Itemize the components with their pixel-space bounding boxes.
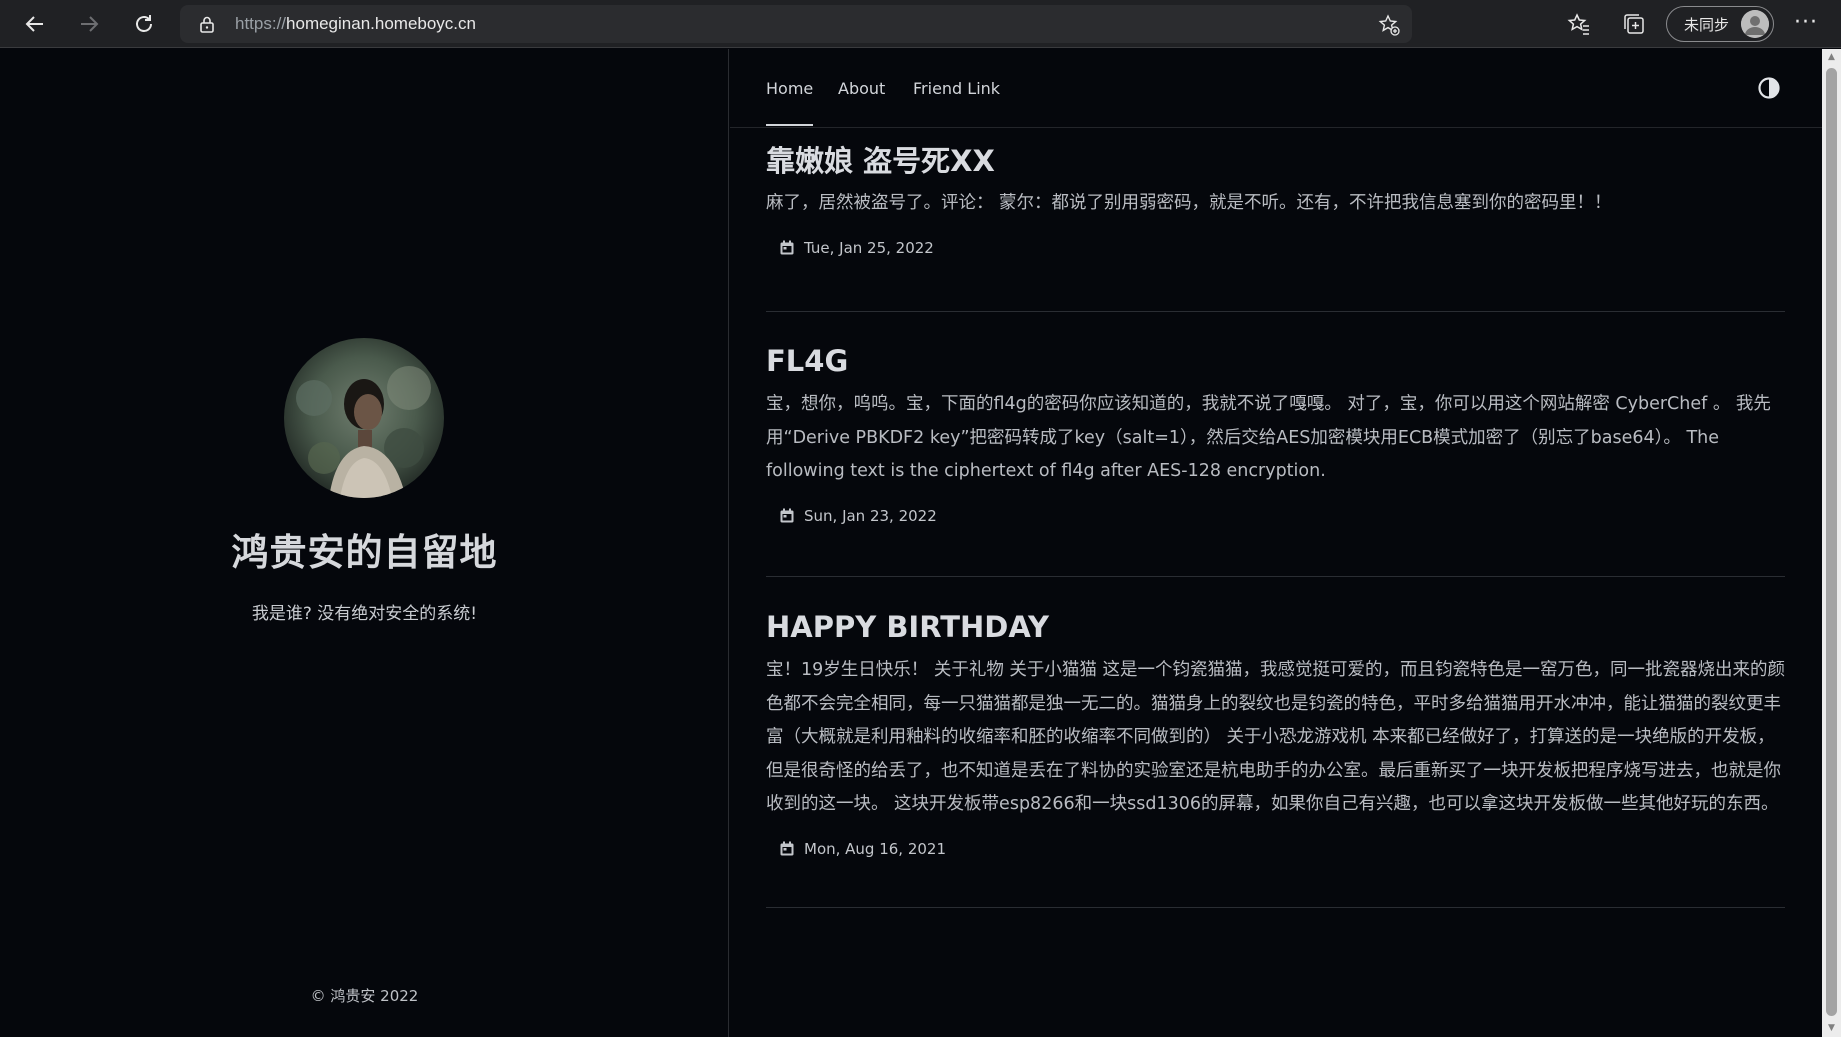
post-list: 靠嫩娘 盗号死XX 麻了，居然被盗号了。评论： 蒙尔：都说了别用弱密码，就是不听… (766, 129, 1785, 908)
scroll-up-arrow-icon[interactable]: ▲ (1822, 49, 1841, 66)
post-item: 靠嫩娘 盗号死XX 麻了，居然被盗号了。评论： 蒙尔：都说了别用弱密码，就是不听… (766, 129, 1785, 312)
post-excerpt: 麻了，居然被盗号了。评论： 蒙尔：都说了别用弱密码，就是不听。还有，不许把我信息… (766, 193, 1612, 213)
url-host: homeginan.homeboyc.cn (286, 14, 476, 33)
back-button[interactable] (17, 6, 53, 42)
url-text[interactable]: https://homeginan.homeboyc.cn (235, 5, 476, 43)
scrollbar-thumb[interactable] (1826, 68, 1837, 1016)
arrow-left-icon (25, 16, 43, 32)
calendar-icon (780, 841, 794, 856)
add-favorite-icon[interactable] (1378, 14, 1400, 36)
nav-friend-link[interactable]: Friend Link (913, 79, 1000, 98)
reload-button[interactable] (126, 6, 162, 42)
collections-icon[interactable] (1622, 12, 1646, 36)
calendar-icon (780, 508, 794, 523)
post-title[interactable]: HAPPY BIRTHDAY (766, 577, 1785, 646)
arrow-right-icon (81, 16, 99, 32)
top-navigation: Home About Friend Link (730, 49, 1822, 128)
post-date-text: Tue, Jan 25, 2022 (804, 238, 934, 257)
post-title[interactable]: 靠嫩娘 盗号死XX (766, 129, 1785, 180)
profile-button[interactable]: 未同步 (1666, 6, 1774, 42)
post-date: Sun, Jan 23, 2022 (780, 507, 1785, 525)
url-scheme: https:// (235, 14, 287, 33)
browser-toolbar: https://homeginan.homeboyc.cn 未同步 ··· (0, 0, 1841, 48)
avatar (284, 338, 444, 498)
nav-home[interactable]: Home (766, 79, 814, 126)
post-date: Mon, Aug 16, 2021 (780, 840, 1785, 858)
post-item: HAPPY BIRTHDAY 宝！19岁生日快乐！ 关于礼物 关于小猫猫 这是一… (766, 577, 1785, 908)
post-date-text: Sun, Jan 23, 2022 (804, 506, 937, 525)
post-date-text: Mon, Aug 16, 2021 (804, 839, 947, 858)
post-item: FL4G 宝，想你，呜呜。宝，下面的fl4g的密码你应该知道的，我就不说了嘎嘎。… (766, 312, 1785, 577)
copyright: © 鸿贵安 2022 (310, 987, 419, 1005)
post-excerpt: 宝，想你，呜呜。宝，下面的fl4g的密码你应该知道的，我就不说了嘎嘎。 对了，宝… (766, 394, 1771, 481)
sidebar: 鸿贵安的自留地 我是谁? 没有绝对安全的系统! © 鸿贵安 2022 (0, 49, 729, 1037)
reload-icon (136, 15, 152, 32)
scroll-down-arrow-icon[interactable]: ▼ (1822, 1020, 1841, 1037)
forward-button[interactable] (71, 6, 107, 42)
address-bar[interactable]: https://homeginan.homeboyc.cn (180, 5, 1412, 43)
post-date: Tue, Jan 25, 2022 (780, 239, 1785, 257)
profile-avatar-icon (1741, 10, 1769, 38)
site-title: 鸿贵安的自留地 (231, 531, 498, 574)
profile-status-label: 未同步 (1684, 15, 1730, 34)
main-content: Home About Friend Link 靠嫩娘 盗号死XX 麻了，居然被盗… (730, 49, 1822, 1037)
nav-about[interactable]: About (838, 79, 885, 98)
site-subtitle: 我是谁? 没有绝对安全的系统! (251, 604, 478, 624)
post-title[interactable]: FL4G (766, 312, 1785, 380)
page-scrollbar[interactable]: ▲ ▼ (1822, 49, 1841, 1037)
more-options-icon[interactable]: ··· (1790, 8, 1822, 40)
lock-icon[interactable] (198, 15, 216, 33)
post-excerpt: 宝！19岁生日快乐！ 关于礼物 关于小猫猫 这是一个钧瓷猫猫，我感觉挺可爱的，而… (766, 660, 1785, 814)
calendar-icon (780, 240, 794, 255)
favorites-icon[interactable] (1567, 12, 1591, 36)
theme-toggle-icon[interactable] (1757, 76, 1781, 100)
